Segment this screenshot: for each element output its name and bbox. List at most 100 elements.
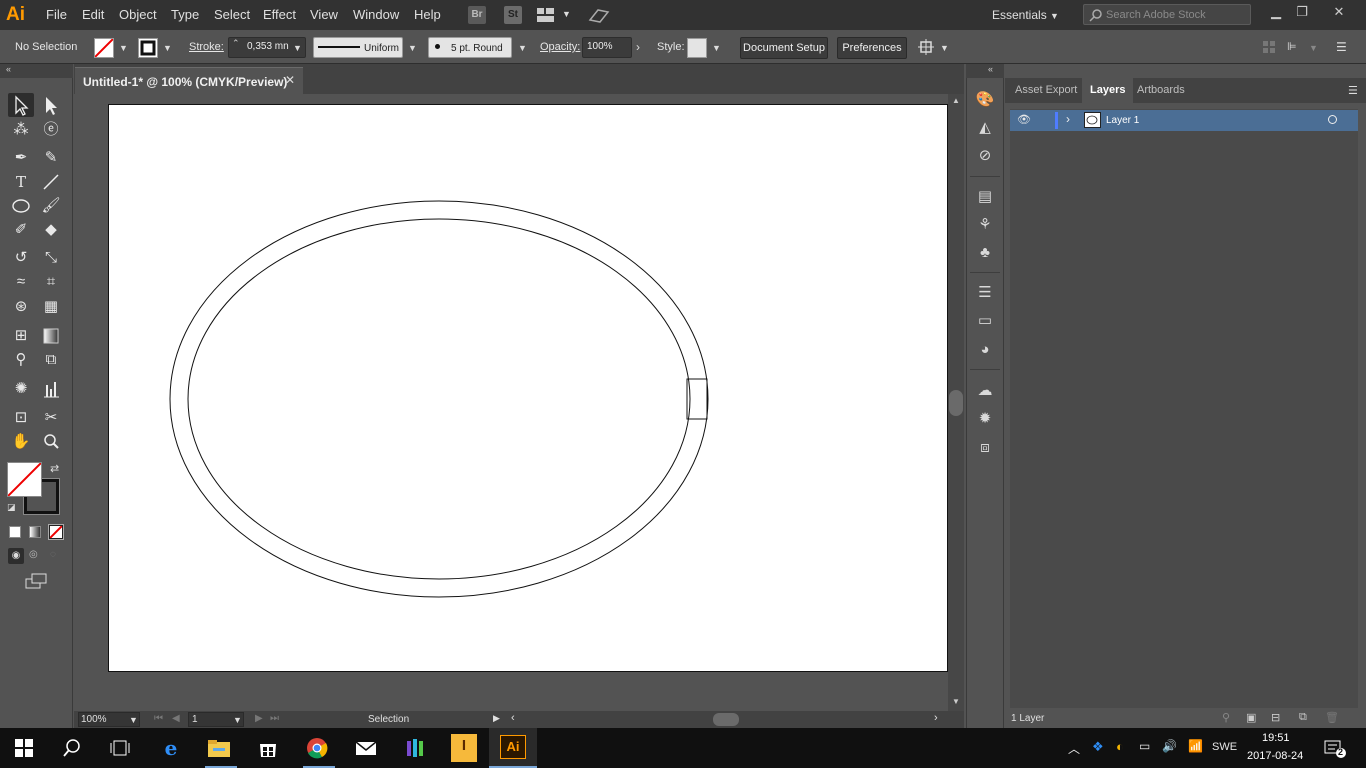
brush-chevron-icon[interactable]: ▼ bbox=[518, 43, 527, 53]
selection-tool-icon[interactable] bbox=[8, 93, 34, 117]
menu-object[interactable]: Object bbox=[119, 0, 157, 30]
opacity-expand-icon[interactable]: › bbox=[636, 40, 640, 54]
dropbox-icon[interactable]: ❖ bbox=[1092, 739, 1104, 755]
gradient-mode-button[interactable] bbox=[29, 526, 41, 538]
zoom-chevron-icon[interactable]: ▼ bbox=[129, 715, 138, 725]
fill-swatch[interactable] bbox=[94, 38, 114, 58]
artboard-tool-icon[interactable]: ⊡ bbox=[8, 406, 34, 430]
color-mode-button[interactable] bbox=[9, 526, 21, 538]
store-icon[interactable] bbox=[255, 736, 281, 760]
direct-selection-tool-icon[interactable] bbox=[38, 93, 64, 117]
bridge-icon[interactable]: Br bbox=[468, 6, 486, 24]
scroll-up-icon[interactable]: ▲ bbox=[952, 96, 960, 105]
pen-tool-icon[interactable]: ✒ bbox=[8, 146, 34, 170]
eyedropper-tool-icon[interactable]: ⚲ bbox=[8, 348, 34, 372]
expand-layer-icon[interactable]: › bbox=[1066, 112, 1070, 126]
graphic-style-swatch[interactable] bbox=[687, 38, 707, 58]
align-chevron-icon[interactable]: ▼ bbox=[940, 43, 949, 53]
draw-inside-icon[interactable]: ◌ bbox=[50, 549, 56, 560]
document-setup-button[interactable]: Document Setup bbox=[740, 37, 828, 59]
blend-tool-icon[interactable]: ⧉ bbox=[38, 348, 64, 372]
dock-strip-header[interactable]: « bbox=[966, 64, 1004, 78]
artboard-chevron-icon[interactable]: ▼ bbox=[233, 715, 242, 725]
windows-start-icon[interactable] bbox=[11, 736, 37, 760]
shaper-tool-icon[interactable]: ✐ bbox=[8, 218, 34, 242]
gradient-panel-icon[interactable]: ▭ bbox=[974, 310, 996, 332]
ellipse-tool-icon[interactable] bbox=[8, 194, 34, 218]
variable-width-profile[interactable]: Uniform bbox=[313, 37, 403, 58]
workspace-switcher[interactable]: Essentials ▼ bbox=[992, 0, 1059, 30]
arrange-documents-icon[interactable] bbox=[537, 8, 555, 22]
network-icon[interactable]: 📶 bbox=[1188, 739, 1203, 753]
draw-normal-icon[interactable]: ◉ bbox=[8, 548, 24, 564]
draw-behind-icon[interactable]: ◎ bbox=[29, 549, 38, 560]
brushes-icon[interactable]: ⚘ bbox=[974, 214, 996, 236]
tab-asset-export[interactable]: Asset Export bbox=[1007, 78, 1085, 103]
change-screen-mode-icon[interactable] bbox=[24, 573, 48, 589]
collapse-icon[interactable]: « bbox=[6, 64, 11, 74]
libraries-icon[interactable]: ☁ bbox=[974, 380, 996, 402]
shape-builder-tool-icon[interactable]: ⊛ bbox=[8, 295, 34, 319]
swatches-icon[interactable]: ▤ bbox=[974, 186, 996, 208]
color-guide-icon[interactable]: 🎨 bbox=[974, 89, 996, 111]
file-explorer-icon[interactable] bbox=[206, 736, 232, 760]
locate-object-icon[interactable]: ⚲ bbox=[1222, 711, 1230, 724]
scroll-left-icon[interactable]: ‹ bbox=[511, 712, 515, 724]
dock-collapse-icon[interactable]: « bbox=[988, 64, 993, 74]
inner-ellipse[interactable] bbox=[187, 218, 691, 580]
tab-artboards[interactable]: Artboards bbox=[1129, 78, 1193, 103]
swap-fill-stroke-icon[interactable]: ⇄ bbox=[50, 462, 59, 475]
app-launcher-icon[interactable] bbox=[402, 736, 428, 760]
maximize-button[interactable]: ❐ bbox=[1290, 2, 1314, 22]
stroke-label[interactable]: Stroke: bbox=[189, 41, 224, 53]
transparency-icon[interactable]: ◕ bbox=[974, 339, 996, 361]
slice-tool-icon[interactable]: ✂ bbox=[38, 406, 64, 430]
control-menu-icon[interactable]: ☰ bbox=[1336, 40, 1350, 54]
menu-file[interactable]: File bbox=[46, 0, 67, 30]
curvature-tool-icon[interactable]: ✎ bbox=[38, 146, 64, 170]
zoom-tool-icon[interactable] bbox=[38, 430, 64, 454]
arrange-chevron-icon-2[interactable]: ▼ bbox=[1309, 43, 1318, 53]
paintbrush-tool-icon[interactable]: 🖌 bbox=[38, 194, 64, 218]
stroke-weight-chevron-icon[interactable]: ▼ bbox=[293, 43, 302, 53]
volume-icon[interactable]: 🔊 bbox=[1162, 739, 1177, 753]
power-icon[interactable]: ▭ bbox=[1139, 739, 1150, 753]
arrange-chevron-icon[interactable]: ▼ bbox=[562, 9, 571, 19]
previous-artboard-icon[interactable]: ◀ bbox=[172, 713, 180, 724]
create-sublayer-icon[interactable]: ⊟ bbox=[1271, 711, 1280, 724]
layer-name[interactable]: Layer 1 bbox=[1106, 115, 1139, 126]
gradient-tool-icon[interactable] bbox=[38, 324, 64, 348]
menu-help[interactable]: Help bbox=[414, 0, 441, 30]
artboard-navigation-field[interactable]: 1 ▼ bbox=[188, 712, 244, 727]
search-taskbar-icon[interactable] bbox=[59, 736, 85, 760]
none-mode-button[interactable] bbox=[48, 524, 64, 540]
tab-layers[interactable]: Layers bbox=[1082, 78, 1134, 103]
next-artboard-icon[interactable]: ▶ bbox=[255, 713, 263, 724]
gpu-performance-icon[interactable] bbox=[588, 6, 610, 24]
menu-type[interactable]: Type bbox=[171, 0, 199, 30]
create-layer-icon[interactable]: ⧉ bbox=[1299, 711, 1307, 724]
stock-search-box[interactable] bbox=[1083, 4, 1251, 25]
scale-tool-icon[interactable]: ⤡ bbox=[38, 246, 64, 270]
status-menu-icon[interactable]: ▶ bbox=[493, 713, 500, 724]
tools-panel-header[interactable]: « bbox=[0, 64, 73, 78]
task-view-icon[interactable] bbox=[107, 736, 133, 760]
arrange-icon[interactable]: ⊫ bbox=[1287, 40, 1303, 54]
stock-search-input[interactable] bbox=[1106, 7, 1246, 22]
last-artboard-icon[interactable]: ⏭ bbox=[270, 713, 279, 724]
layer-row[interactable]: 👁 › Layer 1 bbox=[1010, 110, 1358, 131]
opacity-field[interactable]: 100% bbox=[582, 37, 632, 58]
default-fill-stroke-icon[interactable]: ◪ bbox=[7, 502, 16, 513]
indesign-style-app-icon[interactable]: I bbox=[451, 734, 477, 762]
layer-target-icon[interactable] bbox=[1328, 115, 1337, 124]
language-indicator[interactable]: SWE bbox=[1212, 741, 1237, 753]
menu-select[interactable]: Select bbox=[214, 0, 250, 30]
free-transform-tool-icon[interactable]: ⌗ bbox=[38, 270, 64, 294]
opacity-label[interactable]: Opacity: bbox=[540, 41, 580, 53]
artboard[interactable] bbox=[108, 104, 948, 672]
mesh-tool-icon[interactable]: ⊞ bbox=[8, 324, 34, 348]
make-clipping-mask-icon[interactable]: ▣ bbox=[1246, 711, 1256, 724]
menu-view[interactable]: View bbox=[310, 0, 338, 30]
clock-date[interactable]: 2017-08-24 bbox=[1247, 750, 1303, 762]
magic-wand-tool-icon[interactable]: ⁂ bbox=[8, 118, 34, 142]
